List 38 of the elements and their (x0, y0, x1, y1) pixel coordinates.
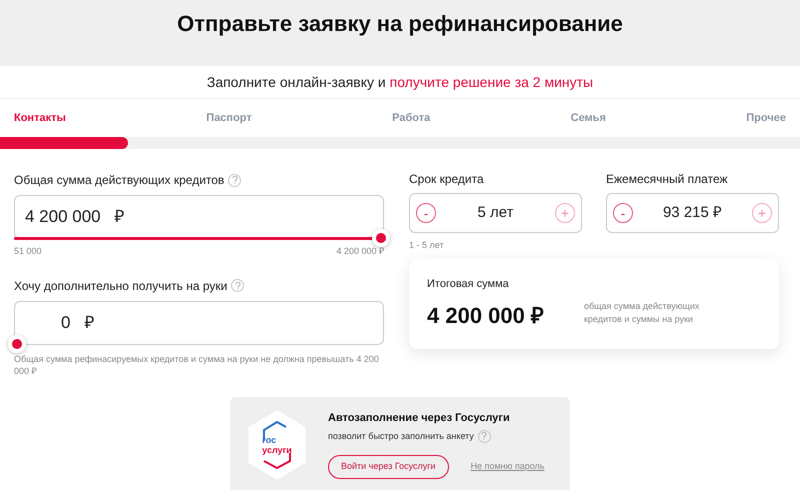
limit-note: Общая сумма рефинасируемых кредитов и сумма на руки не должна превышать 4 200 000 ₽ (14, 352, 380, 376)
logo-text: услуги (262, 444, 292, 454)
minus-button[interactable]: - (613, 203, 633, 223)
stepper-value: 5 лет (478, 202, 514, 223)
forgot-password-link[interactable]: Не помню пароль (470, 460, 544, 474)
currency-sign: ₽ (114, 206, 125, 228)
max-value: 4 200 000 ₽ (336, 245, 384, 258)
amount-field[interactable]: 0 ₽ (14, 300, 384, 344)
slider-thumb[interactable] (8, 334, 26, 352)
help-icon[interactable] (478, 430, 491, 443)
page-title: Отправьте заявку на рефинансирование (177, 10, 623, 38)
total-note: общая сумма действующих кредитов и суммы на руки (584, 300, 700, 326)
autofill-title: Автозаполнение через Госуслуги (328, 411, 511, 426)
subtitle: Заполните онлайн-заявку и получите решение за 2 минуты (206, 72, 594, 92)
autofill-text: позволит быстро заполнить анкету (328, 430, 474, 443)
help-icon[interactable] (231, 279, 244, 292)
minus-button[interactable]: - (416, 203, 436, 223)
amount-value: 4 200 000 (25, 206, 101, 228)
step-tab[interactable]: Семья (570, 110, 606, 126)
field-label: Ежемесячный платеж (606, 171, 729, 187)
stepper-value: 93 215 ₽ (662, 202, 722, 223)
field-label: Хочу дополнительно получить на руки (14, 278, 228, 294)
step-tab[interactable]: Работа (392, 110, 430, 126)
field-label: Общая сумма действующих кредитов (14, 172, 224, 189)
step-tab[interactable]: Контакты (14, 110, 66, 126)
min-value: 51 000 (14, 245, 42, 258)
field-label: Срок кредита (409, 171, 485, 187)
step-tab[interactable]: Паспорт (206, 110, 252, 126)
currency-sign: ₽ (84, 312, 94, 334)
total-label: Итоговая сумма (427, 277, 510, 292)
step-tab[interactable]: Прочее (746, 110, 786, 126)
range-hint: 1 - 5 лет (409, 239, 445, 252)
total-value: 4 200 000 ₽ (427, 302, 544, 330)
logo-badge-drawing (248, 410, 306, 478)
gosuslugi-login-button[interactable]: Войти через Госуслуги (328, 455, 449, 479)
slider-thumb[interactable] (372, 229, 390, 247)
help-icon[interactable] (228, 174, 242, 186)
amount-value: 0 (61, 312, 70, 334)
